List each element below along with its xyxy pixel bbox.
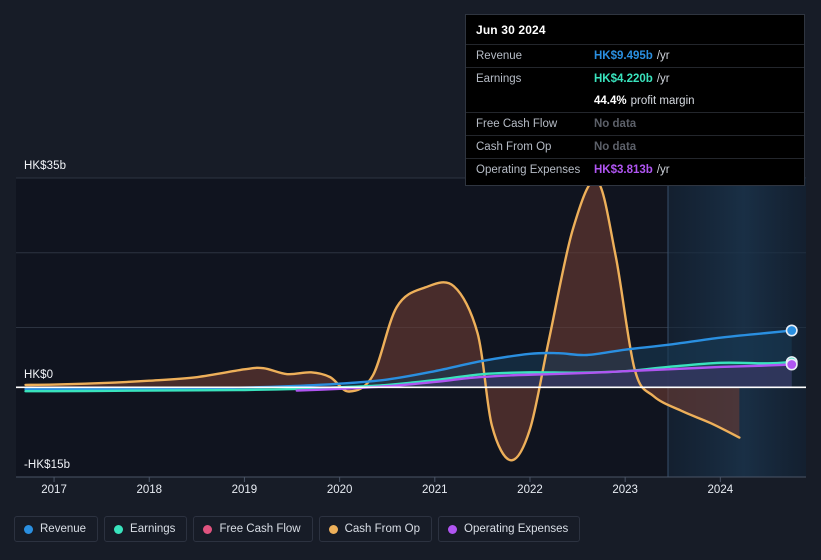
- legend-item-cash-from-op[interactable]: Cash From Op: [318, 516, 433, 542]
- tooltip-row-value: No data: [594, 118, 637, 130]
- financial-chart: HK$35b HK$0 -HK$15b 2017 2018 2019 2020 2021 20…: [0, 0, 821, 560]
- tooltip-row-unit: /yr: [656, 73, 670, 85]
- legend-item-free-cash-flow[interactable]: Free Cash Flow: [193, 516, 313, 542]
- chart-legend[interactable]: Revenue Earnings Free Cash Flow Cash From O…: [14, 516, 581, 542]
- legend-color-dot-icon: [328, 524, 338, 534]
- tooltip-row-value: HK$4.220b: [594, 73, 653, 85]
- tooltip-rows: Revenue HK$9.495b/yr Earnings HK$4.220b/yr 4…: [466, 44, 804, 181]
- tooltip-row-unit: /yr: [656, 164, 670, 176]
- axis-ticks: [16, 476, 806, 482]
- x-axis-label: 2022: [517, 484, 543, 496]
- tooltip-row-value: No data: [594, 141, 637, 153]
- legend-item-label: Revenue: [40, 523, 87, 535]
- legend-item-revenue[interactable]: Revenue: [14, 516, 99, 542]
- legend-color-dot-icon: [114, 524, 124, 534]
- tooltip-row-value: 44.4%: [594, 95, 627, 107]
- legend-item-earnings[interactable]: Earnings: [104, 516, 188, 542]
- x-axis-label: 2021: [421, 484, 448, 496]
- legend-color-dot-icon: [24, 524, 33, 534]
- x-axis-label: 2018: [136, 484, 163, 496]
- tooltip-row: Revenue HK$9.495b/yr: [466, 44, 804, 67]
- x-axis-label: 2017: [41, 484, 67, 496]
- legend-item-label: Cash From Op: [344, 523, 421, 535]
- tooltip-row-label: Revenue: [476, 50, 523, 62]
- legend-color-dot-icon: [448, 524, 458, 534]
- x-axis-label: 2019: [231, 484, 258, 496]
- tooltip-row: Earnings HK$4.220b/yr: [466, 67, 804, 90]
- y-axis-label: HK$0: [24, 369, 54, 382]
- x-axis-label: 2024: [707, 484, 734, 496]
- legend-item-label: Free Cash Flow: [219, 523, 301, 535]
- tooltip-row-value: HK$3.813b: [594, 164, 653, 176]
- tooltip-date: Jun 30 2024: [476, 23, 546, 37]
- legend-item-label: Operating Expenses: [464, 523, 569, 535]
- x-axis-label: 2023: [612, 484, 638, 496]
- data-tooltip: Jun 30 2024 Revenue HK$9.495b/yr Earnings H…: [465, 14, 805, 186]
- tooltip-row-label: Free Cash Flow: [476, 118, 558, 130]
- tooltip-row-label: Cash From Op: [476, 141, 552, 153]
- legend-item-label: Earnings: [130, 523, 176, 535]
- tooltip-row-unit: /yr: [656, 50, 670, 62]
- y-axis-label: -HK$15b: [24, 459, 71, 471]
- legend-color-dot-icon: [203, 524, 213, 534]
- tooltip-row-label: Operating Expenses: [476, 164, 581, 176]
- tooltip-row: Operating Expenses HK$3.813b/yr: [466, 158, 804, 181]
- y-axis-label: HK$35b: [24, 160, 67, 172]
- tooltip-row-value: HK$9.495b: [594, 50, 653, 62]
- x-axis-label: 2020: [326, 484, 353, 496]
- tooltip-row-label: Earnings: [476, 73, 522, 85]
- tooltip-row: 44.4% profit margin: [466, 90, 804, 112]
- tooltip-row: Cash From Op No data: [466, 135, 804, 158]
- legend-item-operating-expenses[interactable]: Operating Expenses: [438, 516, 581, 542]
- tooltip-row-unit: profit margin: [630, 95, 695, 107]
- tooltip-row: Free Cash Flow No data: [466, 112, 804, 135]
